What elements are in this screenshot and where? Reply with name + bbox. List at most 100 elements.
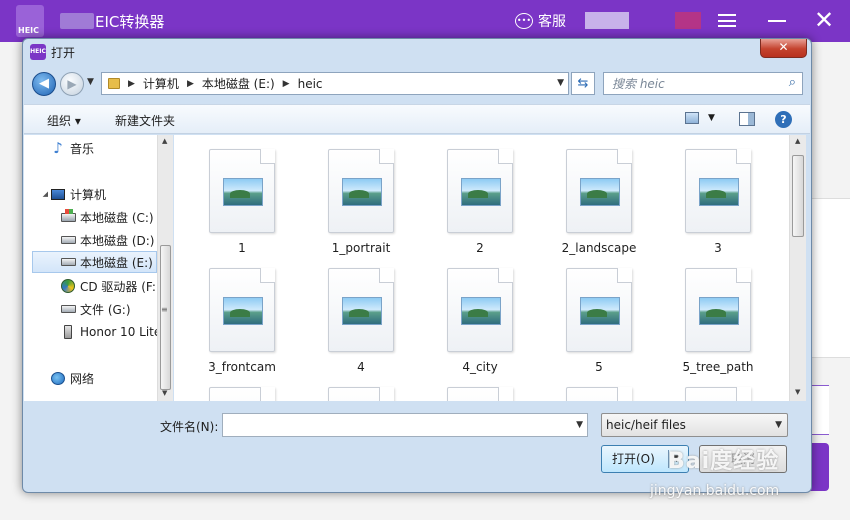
nav-item-computer[interactable]: ◢ 计算机: [24, 183, 157, 205]
file-item[interactable]: 5: [544, 268, 654, 374]
open-button-label: 打开(O): [612, 452, 655, 466]
computer-icon: [50, 187, 66, 201]
file-name: 4: [357, 360, 365, 374]
image-file-icon: [328, 149, 394, 233]
file-item-partial[interactable]: [663, 387, 773, 401]
scroll-down-arrow-icon[interactable]: ▼: [795, 388, 800, 396]
image-file-icon: [209, 387, 275, 401]
app-title: EIC转换器: [95, 13, 165, 31]
organize-button[interactable]: 组织 ▾: [47, 112, 81, 129]
image-file-icon: [328, 268, 394, 352]
scrollbar-thumb[interactable]: [160, 245, 171, 390]
file-item[interactable]: 4_city: [425, 268, 535, 374]
search-icon[interactable]: ⌕: [789, 75, 796, 90]
new-folder-button[interactable]: 新建文件夹: [115, 112, 175, 129]
file-name: 1_portrait: [331, 241, 391, 255]
blurred-account-region: [585, 12, 629, 29]
nav-item-drive-d[interactable]: 本地磁盘 (D:): [24, 229, 157, 251]
address-history-chevron-icon[interactable]: ▼: [557, 78, 564, 88]
file-item-partial[interactable]: [544, 387, 654, 401]
view-options-chevron-icon[interactable]: ▼: [708, 113, 715, 123]
file-item-partial[interactable]: [187, 387, 297, 401]
file-name: 3_frontcam: [208, 360, 276, 374]
app-logo: HEIC: [16, 5, 44, 37]
image-file-icon: [328, 387, 394, 401]
file-name: 3: [714, 241, 722, 255]
breadcrumb-separator-icon[interactable]: ▶: [128, 79, 135, 89]
breadcrumb-drive-e[interactable]: 本地磁盘 (E:): [202, 75, 275, 92]
nav-item-network[interactable]: 网络: [24, 367, 157, 389]
app-close-icon[interactable]: ✕: [814, 6, 834, 34]
file-name: 5: [595, 360, 603, 374]
file-name: 4_city: [462, 360, 498, 374]
file-item[interactable]: 3: [663, 149, 773, 255]
filename-label: 文件名(N):: [160, 420, 219, 434]
file-item-partial[interactable]: [425, 387, 535, 401]
scrollbar-grip-icon: ≡: [161, 305, 168, 314]
forward-arrow-icon[interactable]: ▶: [60, 72, 84, 96]
file-item[interactable]: 2_landscape: [544, 149, 654, 255]
breadcrumb-computer[interactable]: 计算机: [143, 75, 179, 92]
navigation-pane: ♪ 音乐 ◢ 计算机 本地磁盘 (C:) 本地磁盘 (D:) 本地磁盘 (E:)…: [24, 135, 172, 401]
nav-item-music[interactable]: ♪ 音乐: [24, 137, 157, 159]
file-item[interactable]: 2: [425, 149, 535, 255]
file-item[interactable]: 3_frontcam: [187, 268, 297, 374]
breadcrumb-separator-icon[interactable]: ▶: [187, 79, 194, 89]
change-view-icon[interactable]: [685, 112, 699, 124]
nav-item-label: CD 驱动器 (F:: [80, 279, 156, 294]
drive-c-icon: [60, 208, 76, 224]
scroll-up-arrow-icon[interactable]: ▲: [795, 137, 800, 145]
nav-item-cd-drive[interactable]: CD 驱动器 (F:: [24, 275, 157, 297]
breadcrumb-heic[interactable]: heic: [298, 77, 323, 91]
file-item[interactable]: 1_portrait: [306, 149, 416, 255]
nav-item-phone[interactable]: Honor 10 Lite: [24, 321, 161, 343]
preview-pane-icon[interactable]: [739, 112, 755, 126]
customer-service-label: 客服: [538, 14, 566, 30]
back-arrow-icon[interactable]: ◀: [32, 72, 56, 96]
expand-triangle-icon[interactable]: ◢: [24, 190, 50, 198]
address-bar[interactable]: ▶ 计算机 ▶ 本地磁盘 (E:) ▶ heic ▼: [101, 72, 569, 95]
file-item[interactable]: 5_tree_path: [663, 268, 773, 374]
filename-history-chevron-icon[interactable]: ▼: [576, 420, 583, 430]
nav-item-label: 网络: [70, 371, 95, 386]
nav-item-label: Honor 10 Lite: [80, 325, 162, 339]
customer-service-button[interactable]: ••• 客服: [515, 11, 566, 31]
navigation-pane-scrollbar[interactable]: ▲ ≡ ▼: [157, 135, 173, 401]
breadcrumb-separator-icon[interactable]: ▶: [283, 79, 290, 89]
image-file-icon: [566, 149, 632, 233]
folder-icon: [108, 78, 120, 89]
recent-locations-chevron-icon[interactable]: ▼: [87, 77, 94, 87]
dialog-app-icon: HEIC: [30, 44, 46, 60]
hard-drive-icon: [60, 255, 76, 269]
nav-item-drive-c[interactable]: 本地磁盘 (C:): [24, 206, 157, 228]
filename-input[interactable]: [223, 414, 563, 436]
nav-item-label: 本地磁盘 (C:): [80, 210, 154, 225]
help-icon[interactable]: ?: [775, 111, 792, 128]
hamburger-menu-icon[interactable]: [718, 14, 736, 27]
file-item[interactable]: 1: [187, 149, 297, 255]
image-file-icon: [447, 387, 513, 401]
dialog-close-button[interactable]: ✕: [760, 39, 807, 58]
music-note-icon: ♪: [53, 139, 63, 157]
filetype-select[interactable]: heic/heif files ▼: [601, 413, 788, 437]
scrollbar-thumb[interactable]: [792, 155, 804, 237]
image-file-icon: [566, 268, 632, 352]
file-item[interactable]: 4: [306, 268, 416, 374]
nav-item-drive-e[interactable]: 本地磁盘 (E:): [32, 251, 157, 273]
file-item-partial[interactable]: [306, 387, 416, 401]
file-list-scrollbar[interactable]: ▲ ▼: [789, 135, 806, 401]
network-globe-icon: [50, 371, 66, 385]
filename-combobox[interactable]: ▼: [222, 413, 588, 437]
nav-item-label: 本地磁盘 (E:): [80, 255, 153, 270]
scroll-down-arrow-icon[interactable]: ▼: [162, 389, 167, 397]
nav-item-label: 计算机: [70, 187, 107, 202]
search-input[interactable]: [604, 73, 774, 94]
blurred-avatar-region: [675, 12, 701, 29]
refresh-icon[interactable]: ⇆: [571, 72, 595, 95]
phone-icon: [60, 325, 76, 339]
scroll-up-arrow-icon[interactable]: ▲: [162, 137, 167, 145]
image-file-icon: [685, 387, 751, 401]
nav-item-drive-g[interactable]: 文件 (G:): [24, 298, 157, 320]
search-box[interactable]: ⌕: [603, 72, 803, 95]
minimize-icon[interactable]: [768, 20, 786, 22]
